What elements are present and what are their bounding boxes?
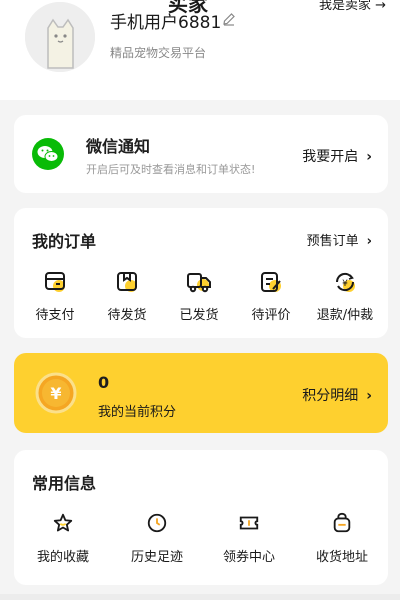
presale-orders-link[interactable]: 预售订单 › — [307, 230, 372, 249]
wechat-notify-desc: 开启后可及时查看消息和订单状态! — [86, 163, 256, 176]
refund-icon: ¥ — [335, 272, 355, 292]
avatar[interactable] — [25, 2, 95, 72]
profile-header: 买家 我是卖家 → 手机用户6881 精品宠物交易平台 — [0, 0, 400, 100]
common-history[interactable]: 历史足迹 — [117, 512, 197, 572]
bottom-edge — [0, 594, 400, 600]
common-address[interactable]: 收货地址 — [302, 512, 382, 572]
order-status-shipped[interactable]: 已发货 — [164, 270, 234, 330]
switch-to-seller-link[interactable]: 我是卖家 → — [319, 0, 386, 13]
enable-notify-label: 我要开启 — [302, 149, 359, 165]
chevron-right-icon: › — [366, 388, 372, 404]
points-detail-link[interactable]: 积分明细 › — [302, 385, 372, 405]
order-status-refund[interactable]: ¥ 退款/仲裁 — [310, 270, 380, 330]
wechat-notify-title: 微信通知 — [86, 137, 151, 156]
svg-text:¥: ¥ — [50, 384, 61, 403]
my-orders-card: 我的订单 预售订单 › 待支付 待发货 已发货 待评价 ¥ 退款/仲裁 — [14, 208, 388, 338]
cat-avatar-icon — [25, 2, 95, 72]
common-coupons[interactable]: 领券中心 — [209, 512, 289, 572]
review-icon — [261, 272, 281, 292]
clock-icon — [147, 513, 167, 533]
common-label: 我的收藏 — [36, 550, 89, 565]
coin-icon: ¥ — [35, 372, 77, 414]
points-detail-label: 积分明细 — [302, 388, 359, 404]
common-info-card: 常用信息 我的收藏 历史足迹 领券中心 收货地址 — [14, 450, 388, 585]
address-icon — [333, 512, 351, 533]
order-status-row: 待支付 待发货 已发货 待评价 ¥ 退款/仲裁 — [14, 270, 388, 330]
pencil-icon[interactable] — [222, 12, 236, 26]
chevron-right-icon: › — [366, 149, 372, 165]
truck-icon — [187, 273, 211, 293]
order-status-to-ship[interactable]: 待发货 — [92, 270, 162, 330]
chevron-right-icon: › — [366, 234, 372, 249]
common-label: 历史足迹 — [130, 550, 183, 565]
wechat-icon — [32, 138, 64, 170]
star-icon — [53, 513, 73, 532]
my-orders-title: 我的订单 — [32, 232, 97, 251]
points-card[interactable]: ¥ 0 我的当前积分 积分明细 › — [14, 353, 388, 433]
order-status-label: 已发货 — [179, 308, 219, 323]
order-status-pending-payment[interactable]: 待支付 — [20, 270, 90, 330]
order-status-label: 待支付 — [35, 308, 75, 323]
common-info-row: 我的收藏 历史足迹 领券中心 收货地址 — [14, 512, 388, 572]
common-label: 领券中心 — [222, 550, 275, 565]
order-status-label: 退款/仲裁 — [316, 308, 374, 323]
enable-notify-button[interactable]: 我要开启 › — [302, 146, 372, 166]
box-icon — [117, 272, 137, 292]
coupon-icon — [239, 516, 259, 530]
svg-text:¥: ¥ — [342, 279, 348, 289]
common-label: 收货地址 — [315, 550, 368, 565]
order-status-to-review[interactable]: 待评价 — [236, 270, 306, 330]
order-status-label: 待发货 — [107, 308, 147, 323]
platform-tagline: 精品宠物交易平台 — [110, 46, 207, 60]
wallet-icon — [45, 272, 65, 292]
order-status-label: 待评价 — [251, 308, 291, 323]
points-label: 我的当前积分 — [98, 405, 177, 420]
wechat-notify-card[interactable]: 微信通知 开启后可及时查看消息和订单状态! 我要开启 › — [14, 115, 388, 193]
common-info-title: 常用信息 — [32, 474, 97, 493]
presale-orders-label: 预售订单 — [306, 234, 359, 249]
points-value: 0 — [98, 373, 110, 392]
username: 手机用户6881 — [110, 13, 222, 33]
common-favorites[interactable]: 我的收藏 — [23, 512, 103, 572]
